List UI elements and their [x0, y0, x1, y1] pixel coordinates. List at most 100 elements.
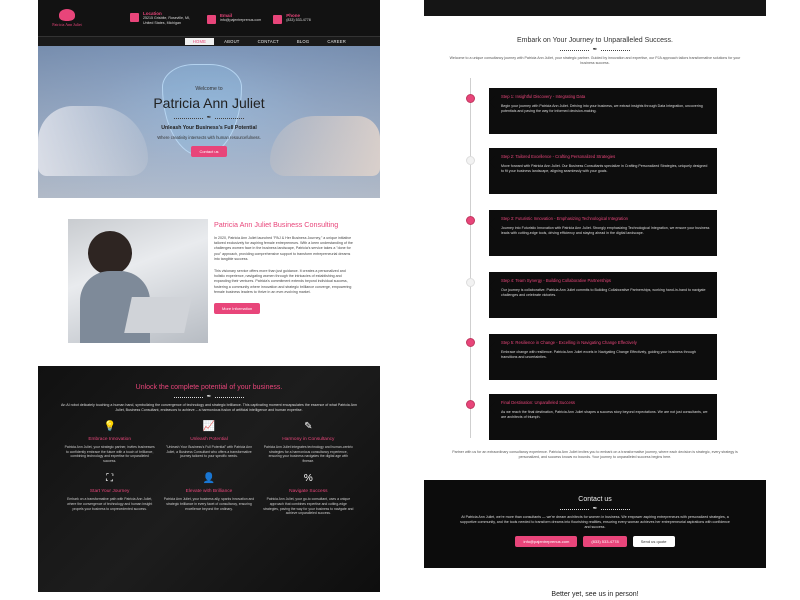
nav-career[interactable]: CAREER: [319, 38, 354, 45]
step-title: Step 1: Insightful Discovery - Integrati…: [501, 94, 586, 99]
feature-text: Patricia Ann Juliet integrates technolog…: [263, 445, 353, 463]
hero-divider: ✒: [174, 115, 244, 121]
right-page: Embark on Your Journey to Unparalleled S…: [424, 0, 766, 600]
sitemap-icon: ⛶: [106, 473, 114, 485]
site-logo[interactable]: Patricia Ann Juliet: [44, 5, 90, 31]
journey-intro: Welcome to a unique consultancy journey …: [449, 56, 741, 65]
step-text: Move forward with Patricia Ann Juliet. O…: [501, 164, 708, 173]
step-text: Our journey is collaborative. Patricia A…: [501, 288, 706, 297]
hero-subtitle: Where creativity intersects with human r…: [157, 135, 261, 140]
user-icon: 👤: [202, 473, 216, 485]
phone-button[interactable]: (833) 533-4778: [583, 536, 627, 547]
journey-step-1: Step 1: Insightful Discovery - Integrati…: [489, 88, 717, 134]
location-value: 25215 Grisbite, Roseville, MI, United St…: [143, 15, 190, 25]
timeline-dot: [466, 400, 475, 409]
timeline-dot: [466, 278, 475, 287]
timeline-line: [470, 78, 471, 438]
journey-step-final: Final Destination: Unparalleled Success …: [489, 394, 717, 440]
about-section: Patricia Ann Juliet Business Consulting …: [38, 198, 380, 366]
feature-title: Harmony in Consultancy: [282, 437, 335, 442]
journey-step-4: Step 4: Team Synergy - Building Collabor…: [489, 272, 717, 318]
feature-card: ⛶ Start Your Journey Embark on a transfo…: [60, 473, 159, 515]
feature-text: "Unleash Your Business's Full Potential"…: [165, 445, 253, 459]
about-paragraph-1: In 2020, Patricia Ann Juliet launched "P…: [214, 236, 353, 261]
phone-icon: [273, 14, 283, 24]
hero-contact-button[interactable]: Contact us: [191, 146, 227, 157]
step-text: Begin your journey with Patricia Ann Jul…: [501, 104, 703, 113]
feature-title: Unleash Potential: [190, 437, 228, 442]
step-text: As we reach the final destination, Patri…: [501, 410, 708, 419]
feature-text: Patricia Ann Juliet, your go-to consulta…: [263, 497, 354, 516]
left-page: Patricia Ann Juliet Location 25215 Grisb…: [38, 0, 380, 600]
step-title: Step 2: Tailored Excellence - Crafting P…: [501, 154, 616, 159]
step-title: Step 4: Team Synergy - Building Collabor…: [501, 278, 612, 283]
nav-about[interactable]: ABOUT: [216, 38, 247, 45]
feature-text: Patricia Ann Juliet, your strategic part…: [64, 445, 155, 463]
timeline-dot: [466, 216, 475, 225]
location-pin-icon: [130, 12, 139, 22]
step-title: Step 3: Futuristic Innovation - Emphasiz…: [501, 216, 629, 221]
about-title: Patricia Ann Juliet Business Consulting: [214, 220, 339, 229]
feature-card: 📈 Unleash Potential "Unleash Your Busine…: [159, 421, 258, 463]
contact-buttons: info@pajentreprenus.com (833) 533-4778 S…: [424, 536, 766, 547]
logo-mark-icon: [59, 9, 75, 21]
hero-tagline: Unleash Your Business's Full Potential: [161, 125, 257, 131]
feature-card: 👤 Elevate with Brilliance Patricia Ann J…: [159, 473, 258, 515]
step-title: Step 5: Resilience in Change - Excelling…: [501, 340, 637, 345]
journey-step-5: Step 5: Resilience in Change - Excelling…: [489, 334, 717, 380]
journey-step-2: Step 2: Tailored Excellence - Crafting P…: [489, 148, 717, 194]
feature-title: Embrace Innovation: [88, 437, 131, 442]
journey-title: Embark on Your Journey to Unparalleled S…: [516, 37, 674, 44]
pen-icon: ✒: [206, 115, 212, 121]
step-text: Journey into Futuristic Innovation with …: [501, 226, 710, 235]
feature-grid: 💡 Embrace Innovation Patricia Ann Juliet…: [38, 413, 380, 516]
pen-icon: ✒: [592, 506, 598, 512]
step-title: Final Destination: Unparalleled Success: [501, 400, 576, 405]
more-information-button[interactable]: More Information: [214, 303, 261, 315]
nav-contact[interactable]: CONTACT: [250, 38, 287, 45]
contact-text: At Patricia Ann Juliet, we're more than …: [460, 515, 730, 529]
percent-icon: %: [303, 473, 313, 485]
nav-blog[interactable]: BLOG: [289, 38, 317, 45]
logo-text: Patricia Ann Juliet: [52, 22, 82, 27]
contact-title: Contact us: [578, 496, 612, 503]
journey-divider: ✒: [560, 47, 630, 53]
top-bar: Patricia Ann Juliet Location 25215 Grisb…: [38, 0, 380, 36]
pen-icon: ✒: [592, 47, 598, 53]
unlock-section: Unlock the complete potential of your bu…: [38, 366, 380, 592]
header-phone[interactable]: Phone (833) 533-4778: [273, 13, 311, 24]
email-icon: [207, 14, 216, 24]
contact-section: Contact us ✒ At Patricia Ann Juliet, we'…: [424, 480, 766, 568]
header-location: Location 25215 Grisbite, Roseville, MI, …: [130, 11, 195, 26]
unlock-intro: An AI robot delicately touching a human …: [61, 403, 357, 412]
unlock-divider: ✒: [174, 394, 244, 400]
consultant-photo: [68, 219, 208, 343]
hero-title: Patricia Ann Juliet: [153, 95, 265, 111]
main-nav: HOME ABOUT CONTACT BLOG CAREER: [38, 36, 380, 46]
contact-divider: ✒: [560, 506, 630, 512]
see-us-heading: Better yet, see us in person!: [551, 591, 639, 598]
timeline-dot: [466, 338, 475, 347]
timeline-dot: [466, 94, 475, 103]
hero-banner: Welcome to Patricia Ann Juliet ✒ Unleash…: [38, 46, 380, 198]
journey-timeline: Step 1: Insightful Discovery - Integrati…: [424, 78, 766, 440]
chart-icon: 📈: [202, 421, 216, 432]
nav-home[interactable]: HOME: [184, 38, 215, 45]
feature-card: 💡 Embrace Innovation Patricia Ann Juliet…: [60, 421, 159, 463]
unlock-title: Unlock the complete potential of your bu…: [135, 384, 283, 391]
header-email[interactable]: Email info@pajentreprenus.com: [207, 13, 261, 24]
feature-text: Patricia Ann Juliet, your business ally,…: [163, 497, 255, 511]
phone-value[interactable]: (833) 533-4778: [286, 18, 311, 23]
magic-wand-icon: ✎: [304, 421, 313, 432]
feature-title: Navigate Success: [289, 489, 328, 495]
timeline-dot: [466, 156, 475, 165]
email-button[interactable]: info@pajentreprenus.com: [515, 536, 578, 547]
step-text: Embrace change with resilience. Patricia…: [501, 350, 696, 359]
feature-card: ✎ Harmony in Consultancy Patricia Ann Ju…: [259, 421, 358, 463]
email-value[interactable]: info@pajentreprenus.com: [220, 18, 261, 23]
feature-text: Embark on a transformative path with Pat…: [67, 497, 153, 511]
send-quote-button[interactable]: Send us quote: [632, 536, 675, 547]
right-top-bar: [424, 0, 766, 16]
hero-welcome: Welcome to: [195, 86, 223, 92]
pen-icon: ✒: [206, 394, 212, 400]
